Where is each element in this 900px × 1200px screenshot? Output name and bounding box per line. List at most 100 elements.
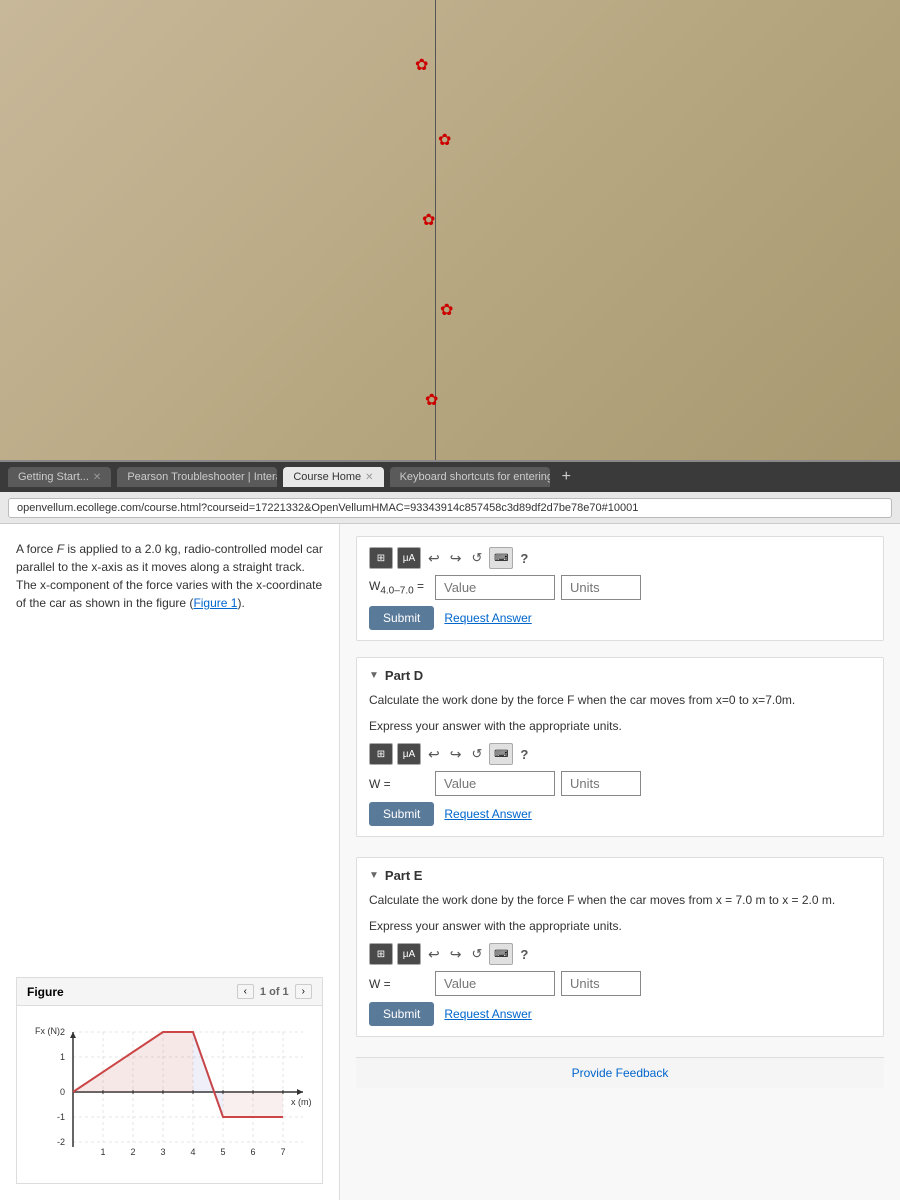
mu-icon-e[interactable]: μΑ [397, 943, 421, 965]
part-d-label: Part D [385, 668, 423, 683]
top-value-input[interactable] [435, 575, 555, 600]
svg-text:Fx (N): Fx (N) [35, 1026, 60, 1036]
svg-text:-1: -1 [57, 1112, 65, 1122]
mu-icon-d[interactable]: μΑ [397, 743, 421, 765]
part-d-units-input[interactable] [561, 771, 641, 796]
part-d-header[interactable]: ▼ Part D [369, 668, 871, 683]
top-answer-section: ⊞ μΑ ↩ ↪ ↺ ⌨ ? W4.0–7.0 = [356, 536, 884, 641]
mu-label-d: μΑ [403, 749, 415, 760]
help-button-e[interactable]: ? [517, 947, 531, 962]
svg-text:1: 1 [60, 1052, 65, 1062]
svg-text:3: 3 [160, 1147, 165, 1157]
url-input[interactable] [8, 498, 892, 518]
decoration-5: ✿ [425, 390, 438, 410]
figure-header: Figure ‹ 1 of 1 › [17, 978, 322, 1006]
part-e-toolbar: ⊞ μΑ ↩ ↪ ↺ ⌨ ? [369, 943, 871, 965]
part-d-value-input[interactable] [435, 771, 555, 796]
content-area: A force F is applied to a 2.0 kg, radio-… [0, 524, 900, 1200]
decoration-2: ✿ [438, 130, 451, 150]
part-e-section: ▼ Part E Calculate the work done by the … [356, 857, 884, 1037]
redo-button-d[interactable]: ↪ [447, 746, 465, 763]
part-e-header[interactable]: ▼ Part E [369, 868, 871, 883]
undo-button-d[interactable]: ↩ [425, 746, 443, 763]
left-panel: A force F is applied to a 2.0 kg, radio-… [0, 524, 340, 1200]
decoration-3: ✿ [422, 210, 435, 230]
svg-text:1: 1 [100, 1147, 105, 1157]
mu-icon-top[interactable]: μΑ [397, 547, 421, 569]
graph-svg: 2 1 0 -1 -2 1 2 3 4 5 6 7 x [33, 1022, 313, 1162]
background [0, 0, 900, 480]
figure-next[interactable]: › [295, 984, 312, 999]
top-answer-row: W4.0–7.0 = [369, 575, 871, 600]
top-request-button[interactable]: Request Answer [444, 611, 531, 625]
svg-text:5: 5 [220, 1147, 225, 1157]
tab-course-home[interactable]: Course Home ✕ [283, 467, 383, 487]
refresh-button-top[interactable]: ↺ [468, 550, 485, 566]
keyboard-icon-top[interactable]: ⌨ [489, 547, 513, 569]
part-d-answer-label: W = [369, 777, 429, 791]
part-d-toolbar: ⊞ μΑ ↩ ↪ ↺ ⌨ ? [369, 743, 871, 765]
top-answer-label: W4.0–7.0 = [369, 579, 429, 596]
tab-getting-started[interactable]: Getting Start... ✕ [8, 467, 111, 487]
figure-nav: ‹ 1 of 1 › [237, 984, 312, 999]
part-e-units-input[interactable] [561, 971, 641, 996]
figure-section: Figure ‹ 1 of 1 › [16, 977, 323, 1184]
svg-text:6: 6 [250, 1147, 255, 1157]
refresh-button-e[interactable]: ↺ [468, 946, 485, 962]
new-tab-button[interactable]: + [556, 468, 577, 486]
svg-text:7: 7 [280, 1147, 285, 1157]
matrix-icon[interactable]: ⊞ [369, 547, 393, 569]
problem-description: A force F is applied to a 2.0 kg, radio-… [16, 540, 323, 612]
part-e-answer-row: W = [369, 971, 871, 996]
title-bar: Getting Start... ✕ Pearson Troubleshoote… [0, 462, 900, 492]
top-action-row: Submit Request Answer [369, 606, 871, 630]
part-d-submit-button[interactable]: Submit [369, 802, 434, 826]
tab-pearson[interactable]: Pearson Troubleshooter | Intera... ✕ [117, 467, 277, 487]
svg-text:2: 2 [60, 1027, 65, 1037]
part-e-sub: Express your answer with the appropriate… [369, 917, 871, 935]
svg-text:x (m): x (m) [291, 1097, 312, 1107]
help-button-top[interactable]: ? [517, 551, 531, 566]
figure-title: Figure [27, 985, 64, 999]
part-d-request-button[interactable]: Request Answer [444, 807, 531, 821]
figure-link[interactable]: Figure 1 [193, 596, 237, 610]
svg-text:0: 0 [60, 1087, 65, 1097]
figure-prev[interactable]: ‹ [237, 984, 254, 999]
refresh-button-d[interactable]: ↺ [468, 746, 485, 762]
svg-text:-2: -2 [57, 1137, 65, 1147]
part-d-sub: Express your answer with the appropriate… [369, 717, 871, 735]
part-e-request-button[interactable]: Request Answer [444, 1007, 531, 1021]
undo-button-top[interactable]: ↩ [425, 550, 443, 567]
matrix-icon-d[interactable]: ⊞ [369, 743, 393, 765]
redo-button-e[interactable]: ↪ [447, 946, 465, 963]
part-e-value-input[interactable] [435, 971, 555, 996]
top-submit-button[interactable]: Submit [369, 606, 434, 630]
keyboard-icon-e[interactable]: ⌨ [489, 943, 513, 965]
top-units-input[interactable] [561, 575, 641, 600]
mu-label-e: μΑ [403, 949, 415, 960]
part-e-action-row: Submit Request Answer [369, 1002, 871, 1026]
undo-button-e[interactable]: ↩ [425, 946, 443, 963]
part-e-submit-button[interactable]: Submit [369, 1002, 434, 1026]
part-e-description: Calculate the work done by the force F w… [369, 891, 871, 909]
browser-window: Getting Start... ✕ Pearson Troubleshoote… [0, 460, 900, 1200]
part-d-answer-row: W = [369, 771, 871, 796]
top-toolbar: ⊞ μΑ ↩ ↪ ↺ ⌨ ? [369, 547, 871, 569]
part-e-label: Part E [385, 868, 423, 883]
keyboard-icon-d[interactable]: ⌨ [489, 743, 513, 765]
part-d-description: Calculate the work done by the force F w… [369, 691, 871, 709]
tab-close-1[interactable]: ✕ [93, 472, 101, 483]
svg-text:2: 2 [130, 1147, 135, 1157]
redo-button-top[interactable]: ↪ [447, 550, 465, 567]
part-e-answer-label: W = [369, 977, 429, 991]
tab-keyboard[interactable]: Keyboard shortcuts for entering... ✕ [390, 467, 550, 487]
feedback-section[interactable]: Provide Feedback [356, 1057, 884, 1088]
svg-text:4: 4 [190, 1147, 195, 1157]
matrix-icon-e[interactable]: ⊞ [369, 943, 393, 965]
part-d-section: ▼ Part D Calculate the work done by the … [356, 657, 884, 837]
help-button-d[interactable]: ? [517, 747, 531, 762]
part-e-triangle: ▼ [369, 870, 379, 881]
tab-label-4: Keyboard shortcuts for entering... [400, 471, 550, 483]
mu-label-top: μΑ [403, 553, 415, 564]
tab-close-3[interactable]: ✕ [365, 472, 373, 483]
